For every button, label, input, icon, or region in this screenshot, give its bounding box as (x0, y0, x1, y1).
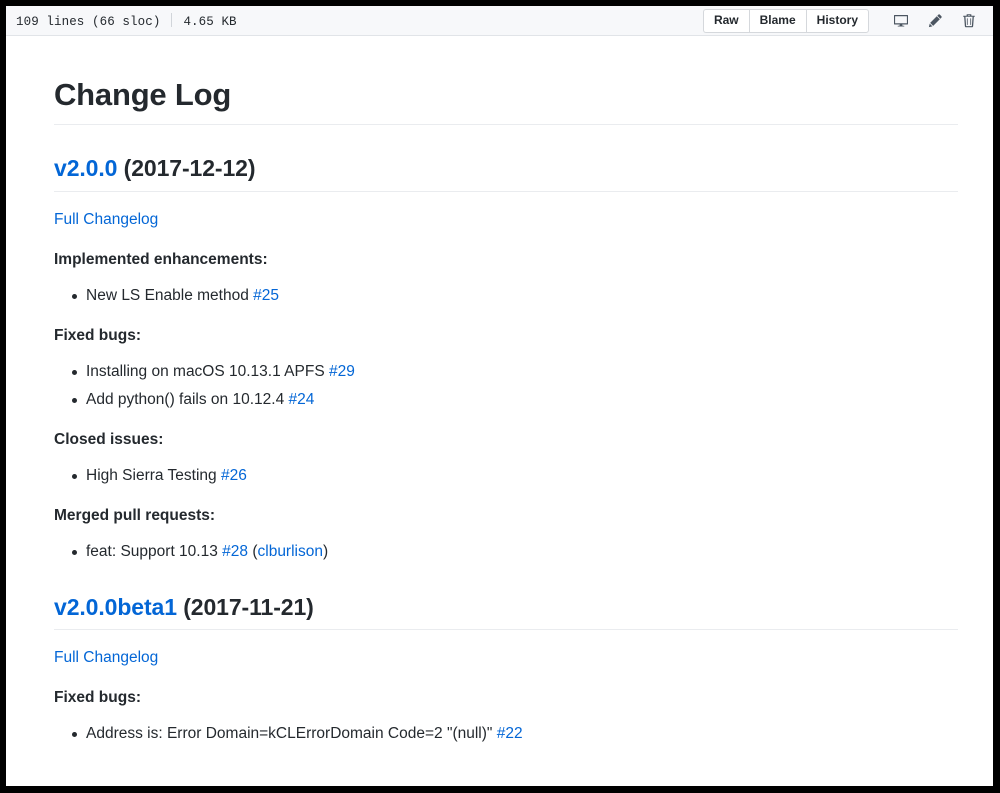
list-item: High Sierra Testing #26 (72, 464, 958, 488)
file-meta: 109 lines (66 sloc) 4.65 KB (16, 12, 237, 29)
trash-icon[interactable] (957, 10, 981, 32)
full-changelog-paragraph: Full Changelog (54, 208, 958, 232)
list-item: Add python() fails on 10.12.4 #24 (72, 388, 958, 412)
section-heading-fixed-bugs: Fixed bugs: (54, 689, 141, 707)
desktop-icon[interactable] (889, 10, 913, 32)
list-item: New LS Enable method #25 (72, 284, 958, 308)
issue-link[interactable]: #25 (253, 287, 279, 304)
implemented-enhancements-list: New LS Enable method #25 (54, 284, 958, 308)
list-item: Installing on macOS 10.13.1 APFS #29 (72, 360, 958, 384)
fixed-bugs-list: Address is: Error Domain=kCLErrorDomain … (54, 722, 958, 746)
section-heading-closed-issues: Closed issues: (54, 430, 164, 448)
full-changelog-paragraph: Full Changelog (54, 646, 958, 670)
list-item: feat: Support 10.13 #28 (clburlison) (72, 540, 958, 564)
file-size: 4.65 KB (183, 14, 237, 29)
blame-button[interactable]: Blame (748, 9, 806, 33)
merged-pull-requests-list: feat: Support 10.13 #28 (clburlison) (54, 540, 958, 564)
section-heading-implemented-enhancements: Implemented enhancements: (54, 250, 268, 268)
section-heading-merged-pull-requests: Merged pull requests: (54, 506, 216, 524)
list-item-text: New LS Enable method (86, 286, 254, 304)
fixed-bugs-list: Installing on macOS 10.13.1 APFS #29 Add… (54, 360, 958, 412)
list-item-text: High Sierra Testing (86, 466, 221, 484)
pull-request-link[interactable]: #28 (222, 543, 248, 560)
issue-link[interactable]: #29 (329, 363, 355, 380)
issue-link[interactable]: #22 (497, 725, 523, 742)
meta-divider (171, 12, 173, 27)
file-toolbar: 109 lines (66 sloc) 4.65 KB Raw Blame His… (6, 6, 993, 36)
screenshot-frame: 109 lines (66 sloc) 4.65 KB Raw Blame His… (0, 0, 1000, 793)
release-date: (2017-11-21) (183, 593, 314, 620)
section-heading-fixed-bugs: Fixed bugs: (54, 326, 141, 344)
page-title: Change Log (54, 76, 958, 125)
toolbar-actions: Raw Blame History (702, 9, 981, 33)
release-heading-v200: v2.0.0 (2017-12-12) (54, 154, 958, 192)
file-lines-info: 109 lines (66 sloc) (16, 14, 161, 29)
full-changelog-link[interactable]: Full Changelog (54, 211, 158, 228)
raw-button[interactable]: Raw (702, 9, 749, 33)
markdown-body: Change Log v2.0.0 (2017-12-12) Full Chan… (6, 36, 993, 747)
list-item: Address is: Error Domain=kCLErrorDomain … (72, 722, 958, 746)
list-item-text: Installing on macOS 10.13.1 APFS (86, 362, 329, 380)
release-heading-v200beta1: v2.0.0beta1 (2017-11-21) (54, 593, 958, 631)
file-view-page: 109 lines (66 sloc) 4.65 KB Raw Blame His… (6, 6, 993, 786)
pencil-icon[interactable] (923, 10, 947, 32)
list-item-text: feat: Support 10.13 (86, 542, 223, 560)
release-version-link[interactable]: v2.0.0 (54, 155, 117, 181)
author-link[interactable]: clburlison (258, 543, 323, 560)
issue-link[interactable]: #24 (289, 391, 315, 408)
list-item-text: Address is: Error Domain=kCLErrorDomain … (86, 725, 497, 743)
file-action-button-group: Raw Blame History (702, 9, 869, 33)
issue-link[interactable]: #26 (221, 467, 247, 484)
full-changelog-link[interactable]: Full Changelog (54, 649, 158, 666)
list-item-text: Add python() fails on 10.12.4 (86, 390, 289, 408)
release-date: (2017-12-12) (123, 154, 256, 181)
release-version-link[interactable]: v2.0.0beta1 (54, 594, 177, 620)
history-button[interactable]: History (805, 9, 869, 33)
closed-issues-list: High Sierra Testing #26 (54, 464, 958, 488)
